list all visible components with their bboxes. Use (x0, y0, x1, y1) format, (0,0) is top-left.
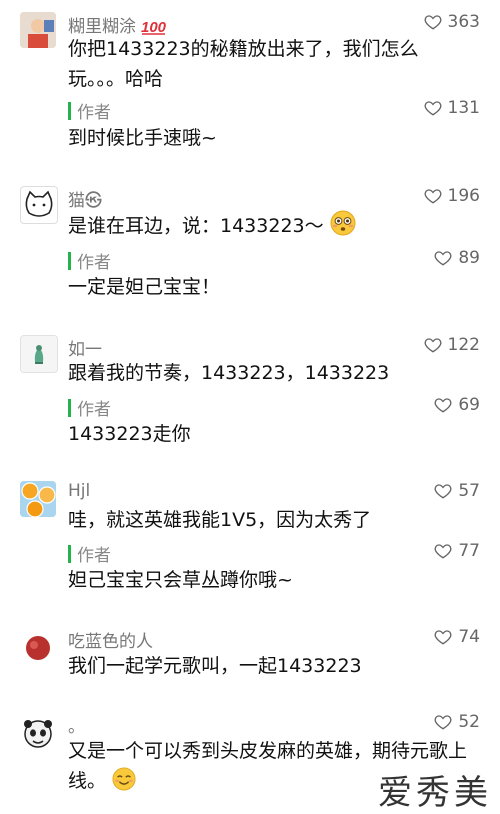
author-marker (68, 251, 71, 270)
like-count: 74 (458, 627, 480, 647)
heart-icon (424, 336, 442, 354)
like-count: 122 (447, 335, 480, 355)
like-count: 52 (458, 712, 480, 732)
avatar[interactable] (20, 716, 56, 752)
like-button[interactable]: 196 (424, 186, 480, 206)
username[interactable]: 如一 (68, 335, 102, 360)
comment-text: 跟着我的节奏，1433223，1433223 (68, 362, 390, 384)
like-button[interactable]: 74 (434, 627, 480, 647)
heart-icon (424, 99, 442, 117)
heart-icon (434, 482, 452, 500)
heart-icon (434, 249, 452, 267)
author-marker (68, 544, 71, 563)
avatar[interactable] (20, 186, 58, 224)
heart-icon (424, 187, 442, 205)
author-tag: 作者 (68, 395, 111, 420)
avatar[interactable] (20, 12, 56, 48)
like-button[interactable]: 52 (434, 712, 480, 732)
author-tag: 作者 (68, 248, 111, 273)
heart-icon (434, 713, 452, 731)
author-tag: 作者 (68, 98, 111, 123)
heart-icon (434, 542, 452, 560)
username[interactable]: Hjl (68, 481, 90, 501)
reply-text: 一定是妲己宝宝！ (68, 276, 221, 298)
reply-like-button[interactable]: 131 (424, 98, 480, 118)
flushed-face-icon (330, 210, 356, 236)
hundred-points-icon: 100 (141, 19, 167, 36)
comment-text: 是谁在耳边，说：1433223～ (68, 210, 468, 241)
reply-like-button[interactable]: 89 (434, 248, 480, 268)
username[interactable]: 猫㉿ (68, 186, 102, 211)
like-count: 89 (458, 248, 480, 268)
like-button[interactable]: 122 (424, 335, 480, 355)
like-count: 69 (458, 395, 480, 415)
comment-text: 哇，就这英雄我能1V5，因为太秀了 (68, 509, 372, 531)
like-count: 131 (447, 98, 480, 118)
comment-text: 我们一起学元歌叫，一起1433223 (68, 655, 362, 677)
username[interactable]: 。 (68, 712, 85, 737)
reply-text: 到时候比手速哦~ (68, 127, 217, 149)
like-count: 363 (447, 12, 480, 32)
author-tag: 作者 (68, 541, 111, 566)
reply-text: 1433223走你 (68, 423, 191, 445)
avatar[interactable] (20, 481, 56, 517)
heart-icon (434, 628, 452, 646)
like-button[interactable]: 57 (434, 481, 480, 501)
comment-text: 你把1433223的秘籍放出来了，我们怎么玩。。。哈哈 (68, 38, 419, 90)
like-count: 77 (458, 541, 480, 561)
like-count: 196 (447, 186, 480, 206)
heart-icon (434, 396, 452, 414)
heart-icon (424, 13, 442, 31)
like-button[interactable]: 363 (424, 12, 480, 32)
avatar[interactable] (20, 630, 56, 666)
author-marker (68, 101, 71, 120)
reply-like-button[interactable]: 69 (434, 395, 480, 415)
avatar[interactable] (20, 335, 58, 373)
like-count: 57 (458, 481, 480, 501)
reply-like-button[interactable]: 77 (434, 541, 480, 561)
smiling-face-icon (112, 767, 136, 791)
watermark: 爱秀美 (378, 775, 492, 812)
author-marker (68, 398, 71, 417)
username[interactable]: 吃蓝色的人 (68, 627, 153, 652)
reply-text: 妲己宝宝只会草丛蹲你哦~ (68, 569, 293, 591)
